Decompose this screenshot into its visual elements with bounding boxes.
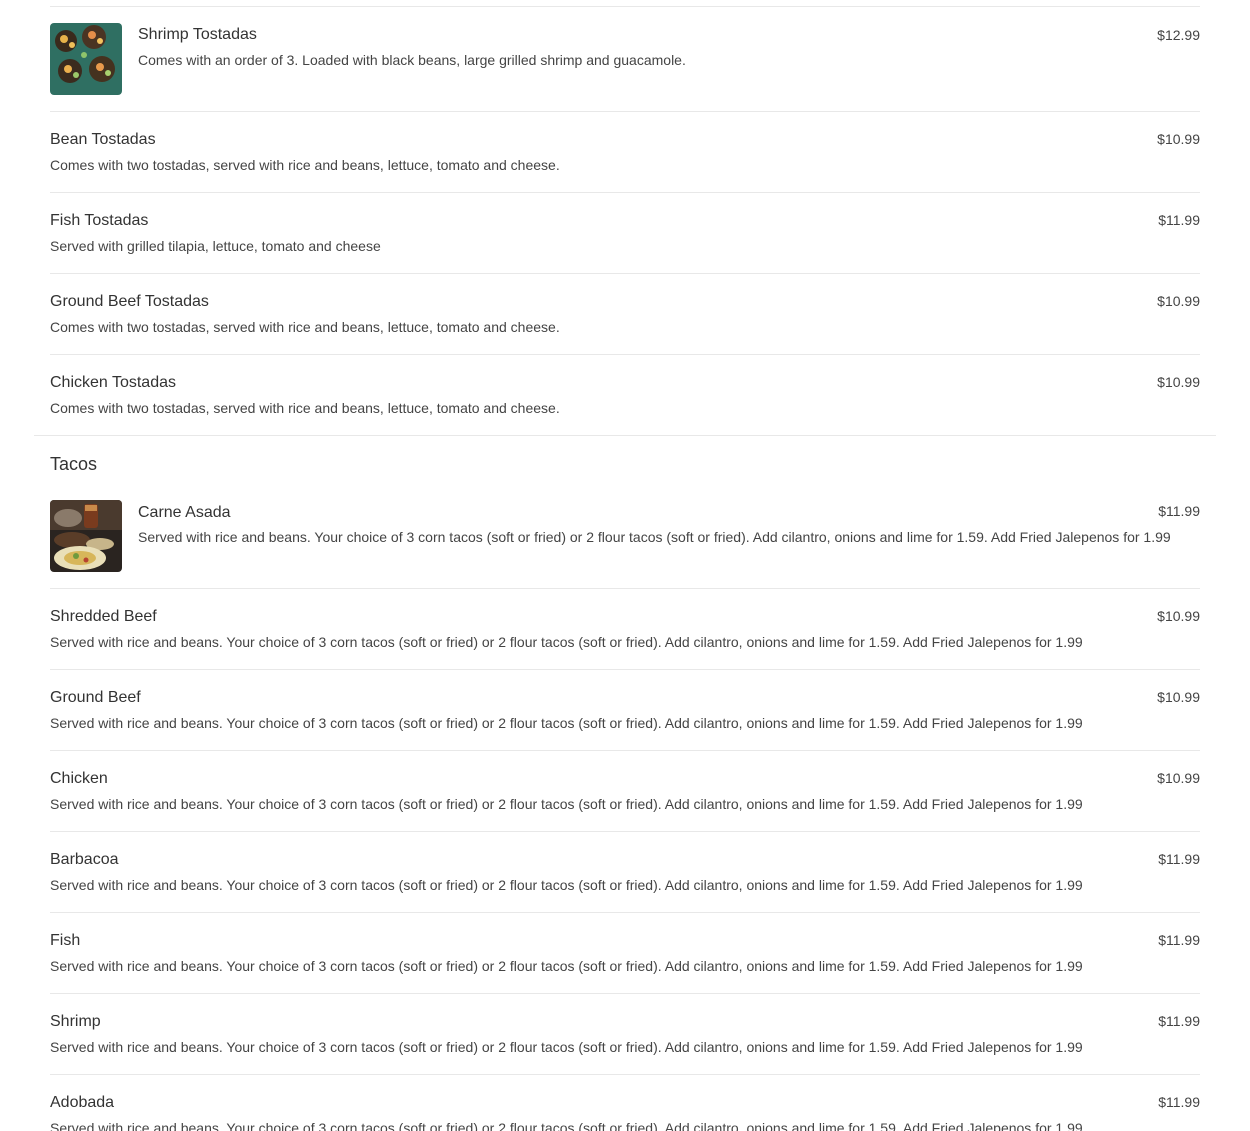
item-name: Bean Tostadas xyxy=(50,131,156,148)
item-name: Carne Asada xyxy=(138,504,231,521)
item-price: $10.99 xyxy=(1157,293,1200,309)
item-name: Ground Beef xyxy=(50,689,141,706)
item-price: $10.99 xyxy=(1157,608,1200,624)
item-price: $11.99 xyxy=(1158,212,1200,228)
item-price: $10.99 xyxy=(1157,689,1200,705)
item-description: Comes with two tostadas, served with ric… xyxy=(50,319,560,335)
menu-item[interactable]: Shrimp Served with rice and beans. Your … xyxy=(50,994,1200,1075)
item-description: Served with rice and beans. Your choice … xyxy=(50,796,1083,812)
item-name: Adobada xyxy=(50,1094,115,1111)
item-name: Shrimp Tostadas xyxy=(138,26,257,43)
item-name: Fish Tostadas xyxy=(50,212,149,229)
item-description: Served with rice and beans. Your choice … xyxy=(50,715,1083,731)
menu-item[interactable]: Bean Tostadas Comes with two tostadas, s… xyxy=(50,112,1200,193)
item-price: $10.99 xyxy=(1157,131,1200,147)
item-price: $10.99 xyxy=(1157,770,1200,786)
item-price: $11.99 xyxy=(1158,1094,1200,1110)
menu-item[interactable]: Chicken Served with rice and beans. Your… xyxy=(50,751,1200,832)
item-price: $11.99 xyxy=(1158,1013,1200,1029)
item-name: Chicken Tostadas xyxy=(50,374,176,391)
menu-item[interactable]: Shredded Beef Served with rice and beans… xyxy=(50,589,1200,670)
item-price: $12.99 xyxy=(1157,27,1200,43)
menu-item[interactable]: Ground Beef Tostadas Comes with two tost… xyxy=(50,274,1200,355)
carne-asada-photo xyxy=(50,500,122,572)
menu-item[interactable]: Chicken Tostadas Comes with two tostadas… xyxy=(50,355,1200,435)
item-price: $10.99 xyxy=(1157,374,1200,390)
item-description: Comes with two tostadas, served with ric… xyxy=(50,400,560,416)
item-price: $11.99 xyxy=(1158,851,1200,867)
item-description: Served with rice and beans. Your choice … xyxy=(50,634,1083,650)
section-title-tacos: Tacos xyxy=(50,454,98,474)
item-name: Fish xyxy=(50,932,81,949)
item-price: $11.99 xyxy=(1158,932,1200,948)
item-name: Shrimp xyxy=(50,1013,101,1030)
item-description: Comes with an order of 3. Loaded with bl… xyxy=(138,52,686,68)
item-name: Shredded Beef xyxy=(50,608,157,625)
item-description: Comes with two tostadas, served with ric… xyxy=(50,157,560,173)
item-name: Barbacoa xyxy=(50,851,119,868)
menu-item[interactable]: Adobada Served with rice and beans. Your… xyxy=(50,1075,1200,1131)
item-price: $11.99 xyxy=(1158,503,1200,519)
menu-item[interactable]: Barbacoa Served with rice and beans. You… xyxy=(50,832,1200,913)
menu-item[interactable]: Fish Served with rice and beans. Your ch… xyxy=(50,913,1200,994)
item-description: Served with rice and beans. Your choice … xyxy=(50,877,1083,893)
item-description: Served with rice and beans. Your choice … xyxy=(50,1120,1083,1131)
menu-item[interactable]: Ground Beef Served with rice and beans. … xyxy=(50,670,1200,751)
item-description: Served with rice and beans. Your choice … xyxy=(50,1039,1083,1055)
menu-item[interactable]: Fish Tostadas Served with grilled tilapi… xyxy=(50,193,1200,274)
item-name: Ground Beef Tostadas xyxy=(50,293,209,310)
section-divider xyxy=(34,435,1216,436)
menu-item[interactable]: Shrimp Tostadas Comes with an order of 3… xyxy=(50,6,1200,112)
item-name: Chicken xyxy=(50,770,108,787)
item-description: Served with grilled tilapia, lettuce, to… xyxy=(50,238,381,254)
item-description: Served with rice and beans. Your choice … xyxy=(138,529,1171,545)
item-description: Served with rice and beans. Your choice … xyxy=(50,958,1083,974)
menu-item[interactable]: Carne Asada Served with rice and beans. … xyxy=(50,484,1200,589)
shrimp-tostadas-photo xyxy=(50,23,122,95)
